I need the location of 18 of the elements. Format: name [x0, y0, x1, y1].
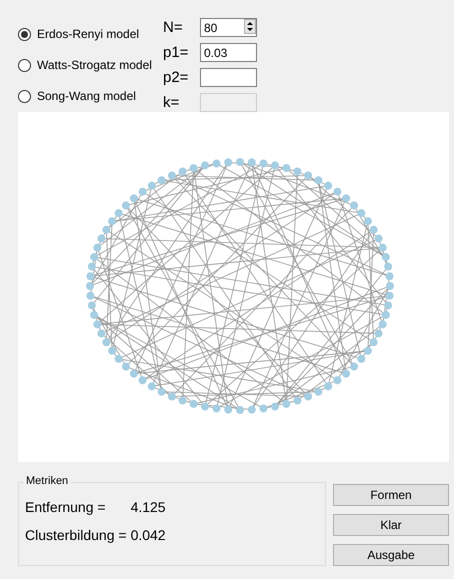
param-label: p2=	[163, 68, 190, 86]
action-button[interactable]: Formen	[333, 484, 449, 506]
metric-label: Entfernung =	[25, 499, 107, 515]
group-title: Metriken	[24, 475, 70, 487]
metric-value: 0.042	[130, 527, 166, 543]
metric-label: Clusterbildung =	[25, 527, 127, 543]
radio-option[interactable]: Watts-Strogatz model	[18, 58, 163, 72]
param-label: k=	[163, 94, 180, 111]
radio-option[interactable]: Erdos-Renyi model	[18, 27, 163, 41]
input-field[interactable]: 0.03	[200, 43, 257, 62]
param-label: N=	[163, 19, 184, 36]
action-button[interactable]: Ausgabe	[333, 544, 449, 566]
action-button[interactable]: Klar	[333, 514, 449, 536]
spinner-arrows-icon[interactable]	[244, 19, 256, 34]
param-label: p1=	[163, 44, 190, 62]
input-field[interactable]	[200, 68, 257, 87]
radio-option[interactable]: Song-Wang model	[18, 89, 163, 103]
metric-value: 4.125	[130, 499, 166, 515]
